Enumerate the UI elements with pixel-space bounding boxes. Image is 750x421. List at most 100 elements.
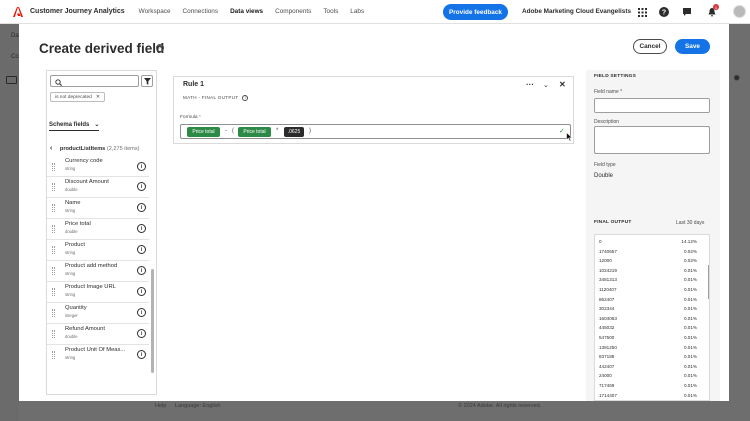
provide-feedback-button[interactable]: Provide feedback bbox=[443, 4, 508, 20]
info-icon[interactable]: i bbox=[137, 350, 146, 359]
field-type: double bbox=[65, 334, 78, 339]
output-row: 12000 0.02% bbox=[595, 256, 709, 266]
top-nav: Customer Journey Analytics Workspace Con… bbox=[0, 0, 750, 24]
notifications-bell-icon[interactable]: 1 bbox=[706, 4, 719, 18]
nav-connections[interactable]: Connections bbox=[183, 8, 219, 15]
output-row: 717469 0.01% bbox=[595, 381, 709, 391]
create-derived-field-dialog: Create derived field ? Cancel Save is no… bbox=[19, 24, 729, 401]
drag-handle-icon[interactable] bbox=[52, 246, 55, 254]
help-icon[interactable]: ? bbox=[658, 6, 670, 18]
rule-card: Rule 1 MATH - FINAL OUTPUT? ··· ⌄ ✕ Form… bbox=[173, 76, 574, 144]
output-value: 445032 bbox=[599, 325, 615, 331]
field-type: string bbox=[65, 292, 76, 297]
drag-handle-icon[interactable] bbox=[52, 163, 55, 171]
drag-handle-icon[interactable] bbox=[52, 330, 55, 338]
output-percent: 0.01% bbox=[683, 315, 697, 321]
nav-workspace[interactable]: Workspace bbox=[139, 8, 171, 15]
output-percent: 0.01% bbox=[683, 306, 697, 312]
info-icon[interactable]: i bbox=[137, 245, 146, 254]
org-switcher[interactable]: Adobe Marketing Cloud Evangelists bbox=[522, 8, 631, 15]
save-button[interactable]: Save bbox=[675, 39, 710, 54]
output-value: 1714407 bbox=[599, 392, 617, 398]
output-value: 717469 bbox=[599, 382, 615, 388]
adobe-logo-icon[interactable] bbox=[13, 6, 23, 17]
list-item[interactable]: Currency code string i bbox=[47, 158, 149, 177]
drag-handle-icon[interactable] bbox=[52, 288, 55, 296]
description-textarea[interactable] bbox=[594, 126, 710, 154]
app-title[interactable]: Customer Journey Analytics bbox=[30, 8, 125, 15]
output-row: 1604063 0.01% bbox=[595, 314, 709, 324]
field-name: Quantity bbox=[65, 305, 87, 311]
help-circle-icon[interactable]: ? bbox=[156, 44, 164, 52]
feedback-chat-icon[interactable] bbox=[681, 6, 693, 18]
info-icon[interactable]: i bbox=[137, 203, 146, 212]
formula-token-field[interactable]: Price total bbox=[238, 127, 271, 137]
help-circle-icon[interactable]: ? bbox=[242, 95, 249, 101]
footer-language: Language: English bbox=[175, 403, 221, 409]
field-type: double bbox=[65, 229, 78, 234]
output-value: 547500 bbox=[599, 334, 615, 340]
nav-tools[interactable]: Tools bbox=[323, 8, 338, 15]
list-item[interactable]: Product Image URL string i bbox=[47, 282, 149, 303]
dialog-title: Create derived field bbox=[39, 41, 165, 56]
info-icon[interactable]: i bbox=[137, 182, 146, 191]
drag-handle-icon[interactable] bbox=[52, 225, 55, 233]
list-item[interactable]: Name string i bbox=[47, 198, 149, 219]
chevron-down-icon[interactable]: ⌄ bbox=[543, 81, 549, 89]
field-name: Product Unit Of Meas... bbox=[65, 347, 126, 353]
formula-token-field[interactable]: Price total bbox=[187, 127, 220, 137]
output-row: 547500 0.01% bbox=[595, 333, 709, 343]
list-item[interactable]: Product add method string i bbox=[47, 261, 149, 282]
more-options-icon[interactable]: ··· bbox=[526, 80, 534, 89]
search-icon bbox=[55, 77, 62, 88]
close-icon[interactable]: ✕ bbox=[559, 80, 566, 89]
app-grid-icon[interactable] bbox=[636, 6, 648, 18]
output-percent: 0.01% bbox=[683, 382, 697, 388]
notification-badge: 1 bbox=[713, 4, 719, 10]
info-icon[interactable]: i bbox=[137, 162, 146, 171]
schema-fields-dropdown[interactable]: Schema fields ⌄ bbox=[49, 121, 99, 128]
field-search-input[interactable] bbox=[50, 75, 139, 87]
info-icon[interactable]: i bbox=[137, 329, 146, 338]
nav-data-views[interactable]: Data views bbox=[230, 8, 263, 15]
drag-handle-icon[interactable] bbox=[52, 183, 55, 191]
output-row: 1391250 0.01% bbox=[595, 343, 709, 353]
list-item[interactable]: Product string i bbox=[47, 240, 149, 261]
field-name: Discount Amount bbox=[65, 179, 109, 185]
list-item[interactable]: Product Unit Of Meas... string i bbox=[47, 345, 149, 366]
back-chevron-icon[interactable]: ‹ bbox=[50, 145, 52, 152]
footer-help: Help bbox=[155, 403, 167, 409]
formula-token-constant[interactable]: .0625 bbox=[284, 127, 304, 137]
footer-copyright: © 2024 Adobe. All rights reserved. bbox=[458, 403, 542, 409]
list-item[interactable]: Quantity integer i bbox=[47, 303, 149, 324]
rule-title[interactable]: Rule 1 bbox=[183, 81, 204, 88]
info-icon[interactable]: i bbox=[137, 308, 146, 317]
list-scrollbar[interactable] bbox=[151, 269, 154, 373]
output-value: 862407 bbox=[599, 296, 615, 302]
drag-handle-icon[interactable] bbox=[52, 309, 55, 317]
field-name-input[interactable] bbox=[594, 98, 710, 113]
list-item[interactable]: Refund Amount double i bbox=[47, 324, 149, 345]
output-row: 445032 0.01% bbox=[595, 323, 709, 333]
nav-components[interactable]: Components bbox=[275, 8, 311, 15]
list-item[interactable]: Price total double i bbox=[47, 219, 149, 240]
formula-operator: * bbox=[276, 128, 279, 134]
rule-subtitle-text: MATH - FINAL OUTPUT bbox=[183, 95, 239, 101]
chip-remove-icon[interactable]: ✕ bbox=[96, 95, 100, 100]
info-icon[interactable]: i bbox=[137, 266, 146, 275]
cancel-button[interactable]: Cancel bbox=[633, 39, 667, 54]
info-icon[interactable]: i bbox=[137, 287, 146, 296]
output-value: 442407 bbox=[599, 363, 615, 369]
list-item[interactable]: Discount Amount double i bbox=[47, 177, 149, 198]
formula-input[interactable]: Price total - ( Price total * .0625 ) ✓ bbox=[180, 124, 571, 139]
field-type: string bbox=[65, 355, 76, 360]
info-icon[interactable]: i bbox=[137, 224, 146, 233]
drag-handle-icon[interactable] bbox=[52, 204, 55, 212]
filter-button[interactable] bbox=[141, 75, 153, 87]
drag-handle-icon[interactable] bbox=[52, 267, 55, 275]
nav-labs[interactable]: Labs bbox=[350, 8, 364, 15]
output-scrollbar[interactable] bbox=[708, 265, 709, 299]
drag-handle-icon[interactable] bbox=[52, 351, 55, 359]
user-avatar[interactable] bbox=[733, 5, 746, 18]
filter-chip[interactable]: is not deprecated ✕ bbox=[50, 92, 105, 102]
